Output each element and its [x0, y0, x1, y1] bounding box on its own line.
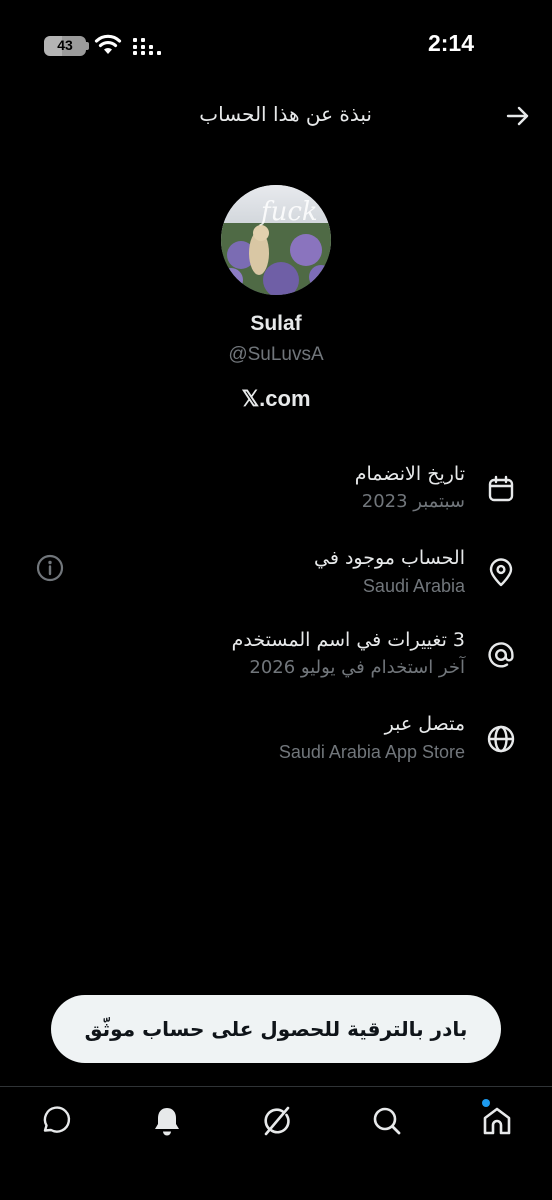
battery-icon: 43 [44, 36, 86, 56]
status-time: 2:14 [427, 30, 474, 56]
battery-level: 43 [57, 37, 73, 53]
bottom-navigation [0, 1086, 552, 1200]
info-row-location: الحساب موجود في Saudi Arabia [0, 544, 552, 614]
upgrade-button-label: بادر بالترقية للحصول على حساب موثّق [84, 1017, 468, 1041]
cellular-signal-icon [133, 38, 161, 55]
info-text: الحساب موجود في Saudi Arabia [314, 544, 465, 600]
at-sign-icon [488, 642, 514, 668]
home-icon[interactable] [479, 1103, 515, 1139]
grok-icon[interactable] [259, 1103, 295, 1139]
avatar[interactable]: fuck [221, 185, 331, 295]
calendar-icon [488, 475, 514, 502]
upgrade-verified-button[interactable]: بادر بالترقية للحصول على حساب موثّق [51, 995, 501, 1063]
website-link[interactable]: 𝕏.com [0, 386, 552, 412]
display-name: Sulaf [250, 312, 302, 335]
info-text: متصل عبر Saudi Arabia App Store [279, 710, 465, 766]
info-value: Saudi Arabia App Store [278, 742, 465, 762]
info-text: 3 تغييرات في اسم المستخدم آخر استخدام في… [232, 626, 465, 682]
username-handle: @SuLuvsA [228, 344, 324, 365]
header: نبذة عن هذا الحساب [0, 90, 552, 142]
info-value: Saudi Arabia [362, 576, 465, 596]
battery-cap [86, 42, 89, 50]
info-title: 3 تغييرات في اسم المستخدم [231, 629, 465, 651]
info-title: تاريخ الانضمام [354, 463, 465, 485]
notifications-bell-icon[interactable] [149, 1103, 185, 1139]
search-icon[interactable] [369, 1103, 405, 1139]
globe-icon [487, 725, 515, 753]
info-value: سبتمبر 2023 [361, 491, 465, 512]
page-title: نبذة عن هذا الحساب [199, 102, 372, 126]
info-row-username-changes: 3 تغييرات في اسم المستخدم آخر استخدام في… [0, 626, 552, 696]
avatar-caption: fuck [261, 197, 318, 227]
back-arrow-icon[interactable] [504, 102, 532, 130]
wifi-icon [94, 34, 122, 54]
info-row-joined: تاريخ الانضمام سبتمبر 2023 [0, 460, 552, 530]
messages-icon[interactable] [38, 1103, 74, 1139]
info-value: آخر استخدام في يوليو 2026 [249, 657, 465, 678]
about-account-screen: 43 2:14 نبذة عن هذا الحساب fuck Sulaf @S… [0, 0, 552, 1200]
location-pin-icon [489, 558, 513, 587]
home-notification-dot [482, 1099, 490, 1107]
info-row-connected-via: متصل عبر Saudi Arabia App Store [0, 710, 552, 780]
info-icon[interactable] [36, 554, 64, 582]
info-text: تاريخ الانضمام سبتمبر 2023 [355, 460, 465, 516]
info-title: الحساب موجود في [314, 547, 465, 569]
status-bar: 43 2:14 [0, 0, 552, 90]
info-title: متصل عبر [384, 713, 465, 735]
